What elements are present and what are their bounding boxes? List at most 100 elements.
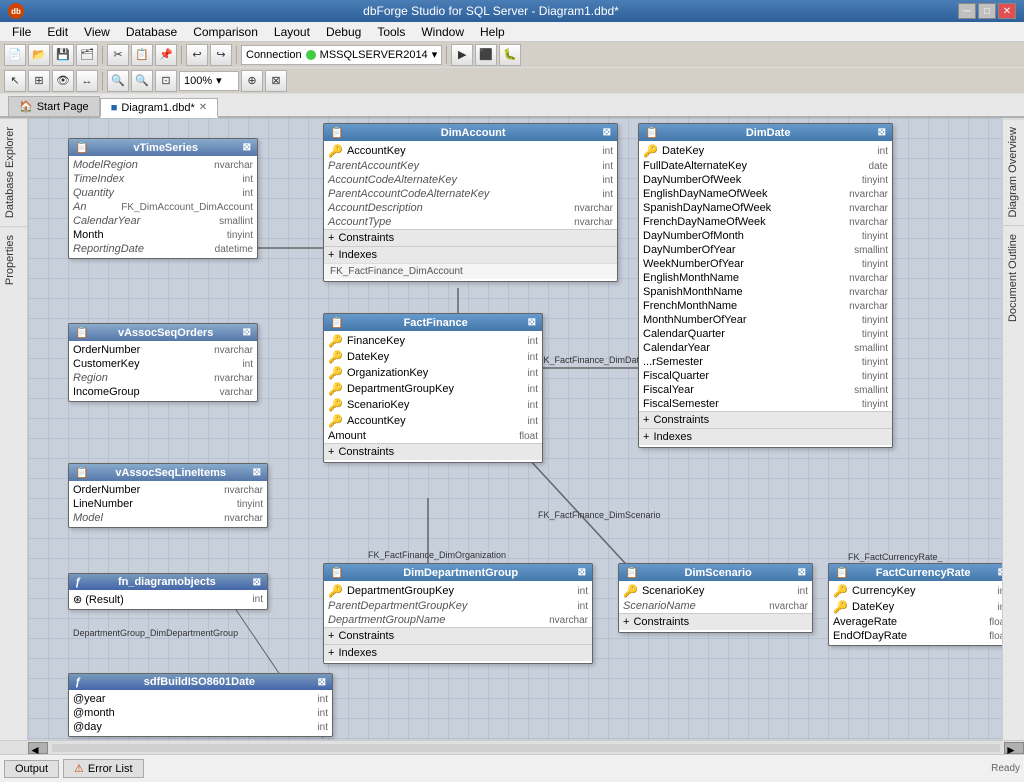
expand-vAssocSeqOrders[interactable]: ⊠ [243, 327, 251, 338]
table-DimDate[interactable]: 📋 DimDate ⊠ 🔑DateKeyint FullDateAlternat… [638, 123, 893, 448]
tab-start-page[interactable]: 🏠 Start Page [8, 96, 100, 116]
table-DimScenario[interactable]: 📋 DimScenario ⊠ 🔑ScenarioKeyint Scenario… [618, 563, 813, 633]
close-button[interactable]: ✕ [998, 3, 1016, 19]
right-panel: Diagram Overview Document Outline [1002, 118, 1024, 740]
tb-cut[interactable]: ✂ [107, 44, 129, 66]
menu-debug[interactable]: Debug [318, 23, 369, 41]
tb-zoom-in[interactable]: 🔍 [107, 70, 129, 92]
table-header-FactFinance[interactable]: 📋 FactFinance ⊠ [324, 314, 542, 331]
table-DimDepartmentGroup[interactable]: 📋 DimDepartmentGroup ⊠ 🔑DepartmentGroupK… [323, 563, 593, 664]
expand-vAssocSeqLineItems[interactable]: ⊠ [253, 467, 261, 478]
table-header-fn-diagramobjects[interactable]: ƒ fn_diagramobjects ⊠ [69, 574, 267, 590]
table-FactFinance[interactable]: 📋 FactFinance ⊠ 🔑FinanceKeyint 🔑DateKeyi… [323, 313, 543, 463]
section-constraints[interactable]: +Constraints [324, 229, 617, 246]
expand-DimAccount[interactable]: ⊠ [603, 127, 611, 138]
menu-edit[interactable]: Edit [39, 23, 76, 41]
sidebar-properties[interactable]: Properties [0, 226, 27, 293]
tb-save[interactable]: 💾 [52, 44, 74, 66]
expand-DimDate[interactable]: ⊠ [878, 127, 886, 138]
scroll-left[interactable]: ◄ [28, 742, 48, 754]
tb-paste[interactable]: 📌 [155, 44, 177, 66]
sep2 [181, 46, 182, 64]
tb-undo[interactable]: ↩ [186, 44, 208, 66]
section-constraints-dimscenario[interactable]: +Constraints [619, 613, 812, 630]
expand-DimDepartmentGroup[interactable]: ⊠ [578, 567, 586, 578]
tb-zoom-fit2[interactable]: ⊠ [265, 70, 287, 92]
field-row: FiscalQuartertinyint [639, 369, 892, 383]
menu-tools[interactable]: Tools [369, 23, 413, 41]
menu-layout[interactable]: Layout [266, 23, 318, 41]
sidebar-diagram-overview[interactable]: Diagram Overview [1003, 118, 1024, 225]
tb-redo[interactable]: ↪ [210, 44, 232, 66]
tb-new[interactable]: 📄 [4, 44, 26, 66]
expand-DimScenario[interactable]: ⊠ [798, 567, 806, 578]
table-header-FactCurrencyRate[interactable]: 📋 FactCurrencyRate ⊠ [829, 564, 1002, 581]
tb-save-all[interactable]: 🗂 [76, 44, 98, 66]
table-header-vAssocSeqLineItems[interactable]: 📋 vAssocSeqLineItems ⊠ [69, 464, 267, 481]
sep1 [102, 46, 103, 64]
tb-open[interactable]: 📂 [28, 44, 50, 66]
menu-window[interactable]: Window [413, 23, 472, 41]
scroll-right[interactable]: ► [1004, 742, 1024, 754]
menu-help[interactable]: Help [472, 23, 513, 41]
output-tab-button[interactable]: Output [4, 760, 59, 778]
minimize-button[interactable]: ─ [958, 3, 976, 19]
tb-zoom-100[interactable]: ⊕ [241, 70, 263, 92]
connection-dropdown[interactable]: Connection MSSQLSERVER2014 ▾ [241, 45, 442, 65]
horizontal-scrollbar[interactable]: ◄ ► [0, 740, 1024, 754]
tb-debug[interactable]: 🐛 [499, 44, 521, 66]
section-indexes-dimdate[interactable]: +Indexes [639, 428, 892, 445]
window-controls: ─ □ ✕ [958, 3, 1016, 19]
table-FactCurrencyRate[interactable]: 📋 FactCurrencyRate ⊠ 🔑CurrencyKeyint 🔑Da… [828, 563, 1002, 646]
section-constraints-dimdate[interactable]: +Constraints [639, 411, 892, 428]
tab-diagram[interactable]: ■ Diagram1.dbd* ✕ [100, 98, 218, 118]
zoom-dropdown[interactable]: 100% ▾ [179, 71, 239, 91]
tb-stop[interactable]: ⬛ [475, 44, 497, 66]
diagram-canvas[interactable]: FK_FactFinance_DimDate FK_FactFinance_Di… [28, 118, 1002, 740]
table-header-sdfBuildISO8601Date[interactable]: ƒ sdfBuildISO8601Date ⊠ [69, 674, 332, 690]
tab-close-button[interactable]: ✕ [199, 102, 207, 113]
tb-view2[interactable]: 👁 [52, 70, 74, 92]
section-constraints-factfinance[interactable]: +Constraints [324, 443, 542, 460]
menu-view[interactable]: View [76, 23, 118, 41]
maximize-button[interactable]: □ [978, 3, 996, 19]
table-vTimeSeries[interactable]: 📋 vTimeSeries ⊠ ModelRegionnvarchar Time… [68, 138, 258, 259]
table-vAssocSeqLineItems[interactable]: 📋 vAssocSeqLineItems ⊠ OrderNumbernvarch… [68, 463, 268, 528]
table-header-DimAccount[interactable]: 📋 DimAccount ⊠ [324, 124, 617, 141]
section-indexes-dimdeptgrp[interactable]: +Indexes [324, 644, 592, 661]
menu-file[interactable]: File [4, 23, 39, 41]
section-constraints-dimdeptgrp[interactable]: +Constraints [324, 627, 592, 644]
expand-FactCurrencyRate[interactable]: ⊠ [998, 567, 1002, 578]
table-header-DimDate[interactable]: 📋 DimDate ⊠ [639, 124, 892, 141]
expand-vTimeSeries[interactable]: ⊠ [243, 142, 251, 153]
tb-execute[interactable]: ▶ [451, 44, 473, 66]
table-fn-diagramobjects[interactable]: ƒ fn_diagramobjects ⊠ ⊛ (Result)int [68, 573, 268, 610]
error-list-tab-button[interactable]: ⚠ Error List [63, 759, 144, 778]
table-vAssocSeqOrders[interactable]: 📋 vAssocSeqOrders ⊠ OrderNumbernvarchar … [68, 323, 258, 402]
tb-select[interactable]: ↖ [4, 70, 26, 92]
tb-zoom-out[interactable]: 🔍 [131, 70, 153, 92]
sidebar-document-outline[interactable]: Document Outline [1003, 225, 1024, 330]
table-header-DimDepartmentGroup[interactable]: 📋 DimDepartmentGroup ⊠ [324, 564, 592, 581]
table-DimAccount[interactable]: 📋 DimAccount ⊠ 🔑AccountKeyint ParentAcco… [323, 123, 618, 282]
table-header-vAssocSeqOrders[interactable]: 📋 vAssocSeqOrders ⊠ [69, 324, 257, 341]
expand-FactFinance[interactable]: ⊠ [528, 317, 536, 328]
table-header-vTimeSeries[interactable]: 📋 vTimeSeries ⊠ [69, 139, 257, 156]
status-bar: Output ⚠ Error List Ready [0, 754, 1024, 782]
menu-database[interactable]: Database [118, 23, 185, 41]
expand-sdfBuildISO8601Date[interactable]: ⊠ [318, 677, 326, 688]
section-indexes[interactable]: +Indexes [324, 246, 617, 263]
field-row: ParentAccountCodeAlternateKeyint [324, 187, 617, 201]
tb-relation[interactable]: ↔ [76, 70, 98, 92]
table-header-DimScenario[interactable]: 📋 DimScenario ⊠ [619, 564, 812, 581]
main-area: Database Explorer Properties FK_FactFina… [0, 118, 1024, 740]
tb-table[interactable]: ⊞ [28, 70, 50, 92]
table-sdfBuildISO8601Date[interactable]: ƒ sdfBuildISO8601Date ⊠ @yearint @monthi… [68, 673, 333, 737]
tb-copy[interactable]: 📋 [131, 44, 153, 66]
menu-comparison[interactable]: Comparison [185, 23, 266, 41]
sidebar-db-explorer[interactable]: Database Explorer [0, 118, 27, 226]
table-name-DimDepartmentGroup: DimDepartmentGroup [403, 567, 518, 579]
tb-fit[interactable]: ⊡ [155, 70, 177, 92]
tab-start-label: Start Page [37, 101, 89, 113]
expand-fn-diagramobjects[interactable]: ⊠ [253, 577, 261, 588]
